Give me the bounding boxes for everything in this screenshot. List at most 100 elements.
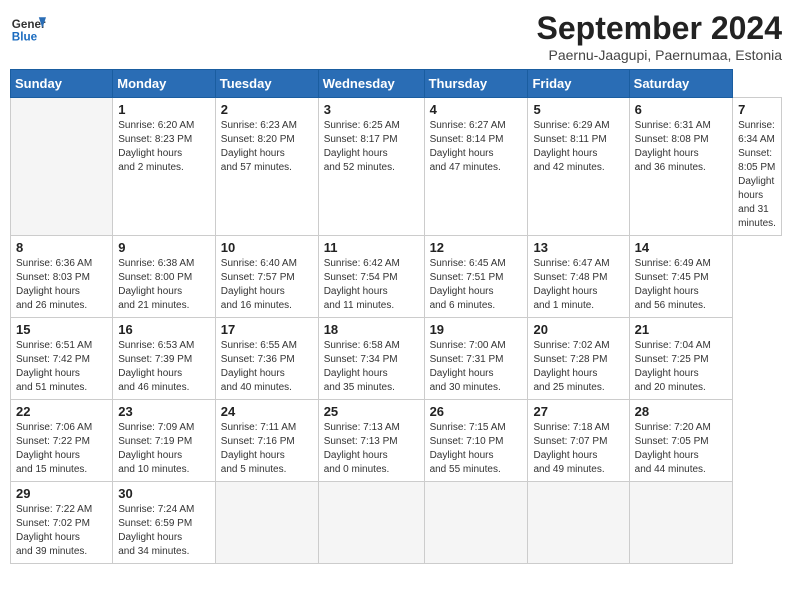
day-number: 16 xyxy=(118,322,210,337)
day-info: Sunrise: 7:24 AMSunset: 6:59 PMDaylight … xyxy=(118,503,210,559)
day-info: Sunrise: 6:55 AMSunset: 7:36 PMDaylight … xyxy=(221,339,313,395)
day-number: 8 xyxy=(16,240,107,255)
calendar-week-row: 15 Sunrise: 6:51 AMSunset: 7:42 PMDaylig… xyxy=(11,318,782,400)
day-number: 28 xyxy=(635,404,727,419)
title-area: September 2024 Paernu-Jaagupi, Paernumaa… xyxy=(537,10,782,63)
day-number: 25 xyxy=(324,404,419,419)
day-cell: 23 Sunrise: 7:09 AMSunset: 7:19 PMDaylig… xyxy=(113,400,216,482)
day-cell: 8 Sunrise: 6:36 AMSunset: 8:03 PMDayligh… xyxy=(11,236,113,318)
day-cell: 29 Sunrise: 7:22 AMSunset: 7:02 PMDaylig… xyxy=(11,482,113,564)
day-cell: 2 Sunrise: 6:23 AMSunset: 8:20 PMDayligh… xyxy=(215,98,318,236)
empty-day-cell xyxy=(11,98,113,236)
day-cell: 1 Sunrise: 6:20 AMSunset: 8:23 PMDayligh… xyxy=(113,98,216,236)
day-info: Sunrise: 7:15 AMSunset: 7:10 PMDaylight … xyxy=(430,421,523,477)
day-number: 21 xyxy=(635,322,727,337)
day-info: Sunrise: 7:04 AMSunset: 7:25 PMDaylight … xyxy=(635,339,727,395)
day-number: 23 xyxy=(118,404,210,419)
day-number: 2 xyxy=(221,102,313,117)
day-number: 20 xyxy=(533,322,623,337)
day-info: Sunrise: 7:20 AMSunset: 7:05 PMDaylight … xyxy=(635,421,727,477)
day-cell: 7 Sunrise: 6:34 AMSunset: 8:05 PMDayligh… xyxy=(733,98,782,236)
weekday-header: Friday xyxy=(528,70,629,98)
day-number: 10 xyxy=(221,240,313,255)
day-number: 27 xyxy=(533,404,623,419)
day-cell: 22 Sunrise: 7:06 AMSunset: 7:22 PMDaylig… xyxy=(11,400,113,482)
day-number: 12 xyxy=(430,240,523,255)
day-cell: 14 Sunrise: 6:49 AMSunset: 7:45 PMDaylig… xyxy=(629,236,732,318)
day-cell: 12 Sunrise: 6:45 AMSunset: 7:51 PMDaylig… xyxy=(424,236,528,318)
day-info: Sunrise: 7:02 AMSunset: 7:28 PMDaylight … xyxy=(533,339,623,395)
day-info: Sunrise: 6:47 AMSunset: 7:48 PMDaylight … xyxy=(533,257,623,313)
day-cell: 3 Sunrise: 6:25 AMSunset: 8:17 PMDayligh… xyxy=(318,98,424,236)
day-cell: 6 Sunrise: 6:31 AMSunset: 8:08 PMDayligh… xyxy=(629,98,732,236)
day-info: Sunrise: 7:06 AMSunset: 7:22 PMDaylight … xyxy=(16,421,107,477)
day-cell: 17 Sunrise: 6:55 AMSunset: 7:36 PMDaylig… xyxy=(215,318,318,400)
day-info: Sunrise: 7:22 AMSunset: 7:02 PMDaylight … xyxy=(16,503,107,559)
weekday-header: Monday xyxy=(113,70,216,98)
calendar-table: SundayMondayTuesdayWednesdayThursdayFrid… xyxy=(10,69,782,564)
day-info: Sunrise: 6:29 AMSunset: 8:11 PMDaylight … xyxy=(533,119,623,175)
day-number: 24 xyxy=(221,404,313,419)
weekday-header: Tuesday xyxy=(215,70,318,98)
day-number: 15 xyxy=(16,322,107,337)
weekday-header: Saturday xyxy=(629,70,732,98)
day-info: Sunrise: 6:34 AMSunset: 8:05 PMDaylight … xyxy=(738,119,776,231)
day-cell: 25 Sunrise: 7:13 AMSunset: 7:13 PMDaylig… xyxy=(318,400,424,482)
day-number: 4 xyxy=(430,102,523,117)
day-info: Sunrise: 6:51 AMSunset: 7:42 PMDaylight … xyxy=(16,339,107,395)
day-cell xyxy=(528,482,629,564)
day-cell xyxy=(318,482,424,564)
day-cell: 24 Sunrise: 7:11 AMSunset: 7:16 PMDaylig… xyxy=(215,400,318,482)
day-number: 1 xyxy=(118,102,210,117)
day-number: 26 xyxy=(430,404,523,419)
day-cell xyxy=(424,482,528,564)
day-cell: 19 Sunrise: 7:00 AMSunset: 7:31 PMDaylig… xyxy=(424,318,528,400)
day-info: Sunrise: 6:27 AMSunset: 8:14 PMDaylight … xyxy=(430,119,523,175)
day-info: Sunrise: 6:40 AMSunset: 7:57 PMDaylight … xyxy=(221,257,313,313)
day-cell xyxy=(629,482,732,564)
svg-text:Blue: Blue xyxy=(12,31,38,44)
day-cell: 16 Sunrise: 6:53 AMSunset: 7:39 PMDaylig… xyxy=(113,318,216,400)
day-cell: 21 Sunrise: 7:04 AMSunset: 7:25 PMDaylig… xyxy=(629,318,732,400)
day-cell: 18 Sunrise: 6:58 AMSunset: 7:34 PMDaylig… xyxy=(318,318,424,400)
day-cell: 20 Sunrise: 7:02 AMSunset: 7:28 PMDaylig… xyxy=(528,318,629,400)
calendar-week-row: 29 Sunrise: 7:22 AMSunset: 7:02 PMDaylig… xyxy=(11,482,782,564)
day-info: Sunrise: 7:11 AMSunset: 7:16 PMDaylight … xyxy=(221,421,313,477)
calendar-week-row: 8 Sunrise: 6:36 AMSunset: 8:03 PMDayligh… xyxy=(11,236,782,318)
day-info: Sunrise: 6:36 AMSunset: 8:03 PMDaylight … xyxy=(16,257,107,313)
day-info: Sunrise: 6:53 AMSunset: 7:39 PMDaylight … xyxy=(118,339,210,395)
day-info: Sunrise: 6:23 AMSunset: 8:20 PMDaylight … xyxy=(221,119,313,175)
day-info: Sunrise: 6:20 AMSunset: 8:23 PMDaylight … xyxy=(118,119,210,175)
day-info: Sunrise: 7:18 AMSunset: 7:07 PMDaylight … xyxy=(533,421,623,477)
day-cell: 15 Sunrise: 6:51 AMSunset: 7:42 PMDaylig… xyxy=(11,318,113,400)
day-number: 30 xyxy=(118,486,210,501)
day-number: 3 xyxy=(324,102,419,117)
day-info: Sunrise: 6:38 AMSunset: 8:00 PMDaylight … xyxy=(118,257,210,313)
day-cell: 27 Sunrise: 7:18 AMSunset: 7:07 PMDaylig… xyxy=(528,400,629,482)
day-cell: 28 Sunrise: 7:20 AMSunset: 7:05 PMDaylig… xyxy=(629,400,732,482)
day-info: Sunrise: 7:13 AMSunset: 7:13 PMDaylight … xyxy=(324,421,419,477)
page-header: General Blue September 2024 Paernu-Jaagu… xyxy=(10,10,782,63)
day-cell: 30 Sunrise: 7:24 AMSunset: 6:59 PMDaylig… xyxy=(113,482,216,564)
day-info: Sunrise: 6:49 AMSunset: 7:45 PMDaylight … xyxy=(635,257,727,313)
day-number: 19 xyxy=(430,322,523,337)
weekday-header-row: SundayMondayTuesdayWednesdayThursdayFrid… xyxy=(11,70,782,98)
day-info: Sunrise: 6:25 AMSunset: 8:17 PMDaylight … xyxy=(324,119,419,175)
day-number: 9 xyxy=(118,240,210,255)
day-info: Sunrise: 6:31 AMSunset: 8:08 PMDaylight … xyxy=(635,119,727,175)
day-cell xyxy=(215,482,318,564)
day-number: 29 xyxy=(16,486,107,501)
day-cell: 11 Sunrise: 6:42 AMSunset: 7:54 PMDaylig… xyxy=(318,236,424,318)
day-info: Sunrise: 6:45 AMSunset: 7:51 PMDaylight … xyxy=(430,257,523,313)
day-number: 13 xyxy=(533,240,623,255)
weekday-header: Wednesday xyxy=(318,70,424,98)
day-cell: 5 Sunrise: 6:29 AMSunset: 8:11 PMDayligh… xyxy=(528,98,629,236)
day-cell: 26 Sunrise: 7:15 AMSunset: 7:10 PMDaylig… xyxy=(424,400,528,482)
calendar-week-row: 22 Sunrise: 7:06 AMSunset: 7:22 PMDaylig… xyxy=(11,400,782,482)
day-cell: 4 Sunrise: 6:27 AMSunset: 8:14 PMDayligh… xyxy=(424,98,528,236)
weekday-header: Thursday xyxy=(424,70,528,98)
day-number: 18 xyxy=(324,322,419,337)
day-cell: 10 Sunrise: 6:40 AMSunset: 7:57 PMDaylig… xyxy=(215,236,318,318)
day-info: Sunrise: 6:58 AMSunset: 7:34 PMDaylight … xyxy=(324,339,419,395)
calendar-week-row: 1 Sunrise: 6:20 AMSunset: 8:23 PMDayligh… xyxy=(11,98,782,236)
